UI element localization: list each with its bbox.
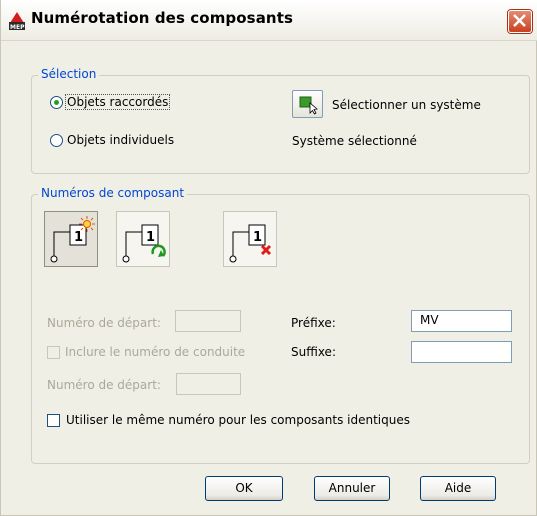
same-number-checkbox[interactable]: [47, 414, 60, 427]
mep-app-icon: MEP: [9, 12, 25, 31]
svg-text:1: 1: [74, 230, 83, 245]
start-number2-field[interactable]: [176, 373, 241, 395]
select-system-button[interactable]: [292, 90, 323, 118]
suffix-field[interactable]: [411, 341, 512, 363]
select-system-icon: [299, 96, 318, 115]
delete-number-button[interactable]: 1: [223, 211, 277, 267]
radio-connected-label[interactable]: Objets raccordés: [64, 94, 171, 110]
dialog-title: Numérotation des composants: [31, 9, 294, 27]
same-number-label[interactable]: Utiliser le même numéro pour les composa…: [66, 413, 410, 427]
prefix-label: Préfixe:: [291, 316, 336, 330]
new-numbering-icon: 1: [50, 216, 95, 263]
svg-text:1: 1: [146, 230, 155, 245]
radio-individual-objects[interactable]: [50, 134, 63, 147]
component-numbering-dialog: MEP Numérotation des composants Sélectio…: [0, 0, 537, 516]
svg-text:1: 1: [253, 230, 262, 245]
suffix-label: Suffixe:: [291, 345, 336, 359]
start-number-field[interactable]: [175, 310, 241, 332]
title-bar[interactable]: MEP Numérotation des composants: [1, 0, 537, 41]
radio-connected-objects[interactable]: [50, 96, 63, 109]
radio-selected-dot: [54, 100, 59, 105]
close-button[interactable]: [508, 10, 532, 33]
selected-system-label: Système sélectionné: [292, 134, 417, 148]
prefix-field[interactable]: MV: [411, 310, 512, 332]
include-run-number-label[interactable]: Inclure le numéro de conduite: [65, 345, 245, 359]
svg-text:MEP: MEP: [10, 24, 25, 30]
delete-number-icon: 1: [229, 224, 272, 263]
ok-button[interactable]: OK: [205, 476, 283, 501]
selection-group: [31, 75, 530, 174]
component-numbers-legend: Numéros de composant: [38, 186, 188, 200]
include-run-number-checkbox[interactable]: [47, 346, 60, 359]
selection-legend: Sélection: [38, 67, 100, 81]
help-button[interactable]: Aide: [420, 476, 496, 501]
radio-individual-label[interactable]: Objets individuels: [67, 133, 174, 147]
start-number-label: Numéro de départ:: [47, 316, 161, 330]
start-number2-label: Numéro de départ:: [47, 378, 161, 392]
new-numbering-button[interactable]: 1: [44, 211, 98, 267]
close-icon: [513, 14, 526, 27]
renumber-button[interactable]: 1: [116, 211, 170, 267]
renumber-icon: 1: [122, 224, 166, 263]
cancel-button[interactable]: Annuler: [314, 476, 390, 501]
select-system-label[interactable]: Sélectionner un système: [332, 98, 481, 112]
